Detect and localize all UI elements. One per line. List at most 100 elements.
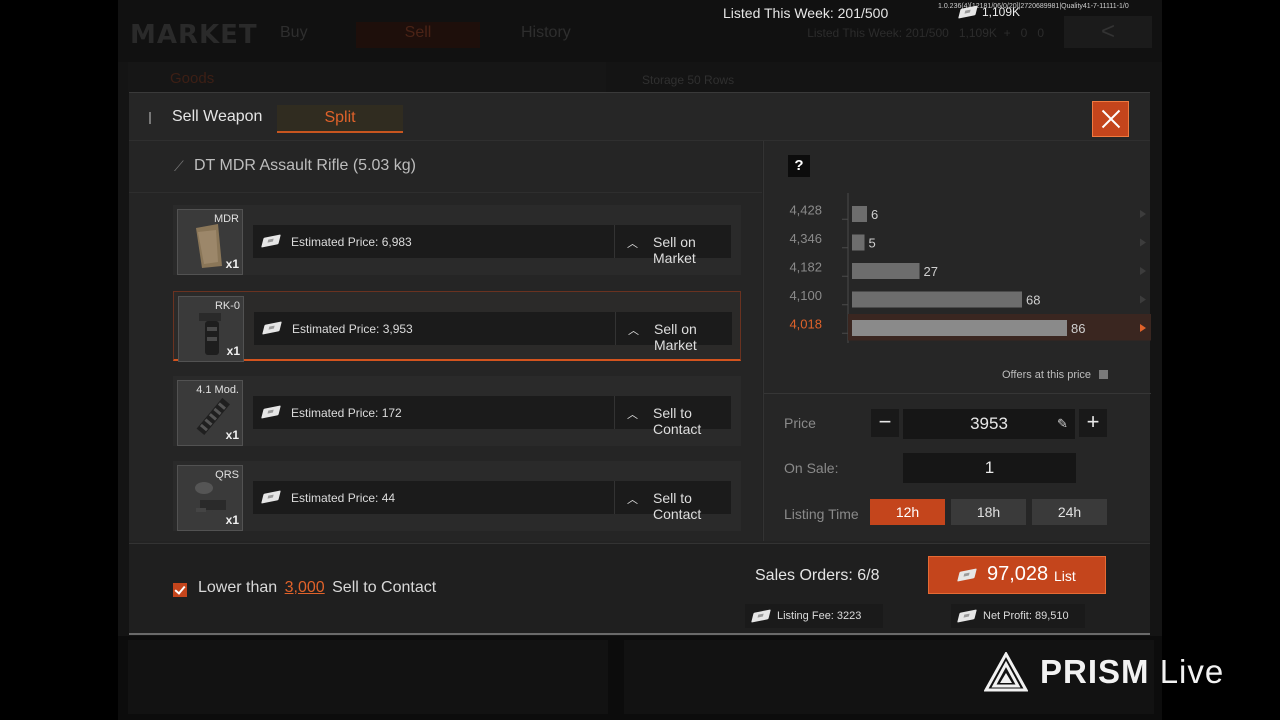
part-name: RK-0 [214,300,240,312]
weapon-name: DT MDR Assault Rifle (5.03 kg) [194,157,416,174]
part-quantity: x1 [226,344,240,358]
bg-listed-week-text: Listed This Week: 201/500 [807,26,949,40]
price-input[interactable]: 3953 [903,409,1075,439]
sell-on-market-button[interactable]: ︿ Sell on Market [614,225,731,266]
watermark-brand: PRISM [1040,653,1150,690]
auto-sell-checkbox[interactable] [173,583,187,597]
back-button[interactable]: < [1064,16,1152,48]
offers-legend-label: Offers at this price [1002,369,1092,381]
estimated-price: Estimated Price: 172 [253,396,614,429]
stock-icon [196,224,222,268]
estimated-price: Estimated Price: 3,953 [254,312,615,345]
tab-buy[interactable]: Buy [280,24,308,42]
estimated-price-text: Estimated Price: 172 [291,406,402,420]
listing-time-24h-button[interactable]: 24h [1032,499,1107,525]
price-decrease-button[interactable]: − [871,409,899,437]
tab-goods[interactable]: Goods [170,70,214,87]
chevron-up-icon: ︿ [627,238,638,250]
tab-sell-weapon[interactable]: Sell Weapon [172,108,262,126]
help-button[interactable]: ? [788,155,810,177]
auto-sell-threshold[interactable]: 3,000 [282,579,328,596]
part-quantity: x1 [225,257,239,271]
dialog-footer: Lower than 3,000 Sell to Contact Sales O… [129,543,1150,635]
part-row-selected[interactable]: RK-0 x1 Estimated Price: 3,953 ︿ Sell on… [173,291,741,362]
price-tick-label: 4,428 [789,202,822,217]
cash-icon [261,234,281,248]
tab-sell[interactable]: Sell [356,22,480,48]
sell-button-label: Sell to Contact [653,405,702,437]
cash-icon [957,609,977,623]
price-increase-button[interactable]: + [1079,409,1107,437]
cash-icon [958,5,978,19]
price-tick-label: 4,346 [789,231,822,246]
listed-this-week: Listed This Week: 201/500 [723,5,889,21]
cash-icon [957,568,977,582]
grip-icon [199,313,221,355]
offer-count-label: 27 [924,264,938,279]
rifle-icon: ⟋ [174,158,184,174]
part-name: QRS [215,469,239,481]
price-offers-chart: 4,428 6 4,346 5 4,182 27 4,100 68 4,018 86 [789,193,1151,343]
part-row[interactable]: QRS x1 Estimated Price: 44 ︿ Sell to Con… [173,461,741,531]
part-row[interactable]: 4.1 Mod. x1 Estimated Price: 172 ︿ Sell … [173,376,741,446]
net-profit: Net Profit: 89,510 [951,604,1085,628]
list-total-amount: 97,028 [987,563,1049,585]
row-marker-icon [1140,210,1146,218]
parts-list-pane: ⟋ DT MDR Assault Rifle (5.03 kg) MDR x1 … [129,141,762,541]
chevron-up-icon: ︿ [628,325,639,337]
cash-icon [261,405,281,419]
sell-on-market-button[interactable]: ︿ Sell on Market [615,312,732,353]
auto-sell-rule: Lower than 3,000 Sell to Contact [198,579,436,597]
bg-currency-2: 0 [1037,26,1044,40]
auto-sell-prefix: Lower than [198,579,278,596]
cash-icon [261,490,281,504]
storage-text: Storage [642,73,685,87]
price-label: Price [784,415,816,431]
offer-bar [852,206,867,222]
estimated-price: Estimated Price: 6,983 [253,225,614,258]
offer-bar [852,234,865,251]
divider [764,393,1151,394]
coin-balance: 1,109K [958,5,1020,19]
auto-sell-suffix: Sell to Contact [332,579,437,596]
weapon-title-row: ⟋ DT MDR Assault Rifle (5.03 kg) [129,141,762,193]
header-separator [149,112,151,124]
estimated-price: Estimated Price: 44 [253,481,614,514]
chevron-up-icon: ︿ [627,409,638,421]
part-thumbnail[interactable]: RK-0 x1 [178,296,244,362]
list-button[interactable]: 97,028 List [928,556,1106,594]
sell-button-label: Sell on Market [653,234,696,266]
cash-icon [262,321,282,335]
storage-rows: 50 Rows [687,73,735,87]
price-tick-label: 4,018 [789,316,822,331]
row-marker-icon [1140,295,1146,304]
part-quantity: x1 [225,428,239,442]
dialog-header: Sell Weapon Split [129,93,1150,141]
listing-time-label: Listing Time [784,506,859,522]
listing-fee: Listing Fee: 3223 [745,604,883,628]
tab-split[interactable]: Split [277,105,403,133]
prism-logo-icon [984,652,1028,692]
on-sale-quantity-input[interactable]: 1 [903,453,1076,483]
part-thumbnail[interactable]: QRS x1 [177,465,243,531]
sales-orders-count: Sales Orders: 6/8 [755,567,880,584]
part-thumbnail[interactable]: 4.1 Mod. x1 [177,380,243,446]
sell-weapon-dialog: Sell Weapon Split ⟋ DT MDR Assault Rifle… [129,92,1151,635]
tab-history[interactable]: History [521,24,571,42]
bg-currency-1: 0 [1020,26,1028,40]
market-logo: MARKET [130,20,258,50]
estimated-price-text: Estimated Price: 44 [291,491,396,505]
bg-plus-button[interactable]: + [1004,26,1011,40]
sell-to-contact-button[interactable]: ︿ Sell to Contact [614,481,731,522]
part-row[interactable]: MDR x1 Estimated Price: 6,983 ︿ Sell on … [173,205,741,275]
estimated-price-text: Estimated Price: 6,983 [291,235,412,249]
listing-time-18h-button[interactable]: 18h [951,499,1026,525]
offer-count-label: 86 [1071,321,1085,336]
listing-fee-text: Listing Fee: 3223 [777,610,862,622]
close-button[interactable] [1092,101,1129,137]
row-marker-icon [1140,238,1146,247]
part-thumbnail[interactable]: MDR x1 [177,209,243,275]
pencil-icon[interactable]: ✎ [1057,416,1068,432]
listing-time-12h-button[interactable]: 12h [870,499,945,525]
sell-to-contact-button[interactable]: ︿ Sell to Contact [614,396,731,437]
